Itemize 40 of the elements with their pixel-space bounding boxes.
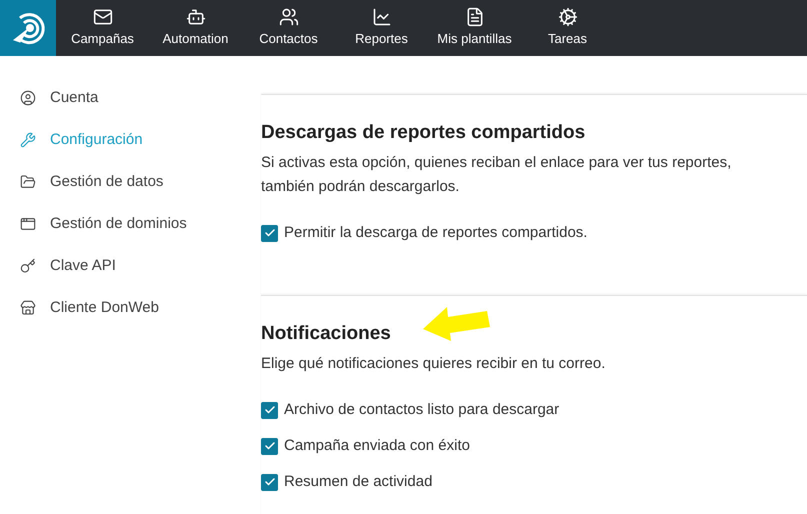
check-icon bbox=[264, 440, 276, 452]
check-icon bbox=[264, 476, 276, 488]
document-icon bbox=[464, 7, 484, 28]
mail-icon bbox=[92, 7, 112, 28]
nav-tab[interactable]: Campañas bbox=[56, 0, 149, 56]
checkbox[interactable] bbox=[261, 402, 278, 418]
section-title: Notificaciones bbox=[261, 322, 391, 346]
key-icon bbox=[20, 258, 36, 274]
checkbox-label: Resumen de actividad bbox=[284, 472, 432, 492]
nav-tab[interactable]: Reportes bbox=[335, 0, 428, 56]
store-icon bbox=[20, 300, 36, 316]
section-title: Descargas de reportes compartidos bbox=[261, 121, 586, 145]
nav-tab[interactable]: Automation bbox=[149, 0, 242, 56]
sidebar-item[interactable]: Gestión de dominios bbox=[0, 203, 240, 245]
checkbox-label: Campaña enviada con éxito bbox=[284, 436, 470, 456]
folder-icon bbox=[20, 174, 36, 190]
checkbox-label: Permitir la descarga de reportes compartidos. bbox=[284, 222, 588, 243]
robot-icon bbox=[186, 7, 206, 28]
nav-tab[interactable]: Contactos bbox=[242, 0, 335, 56]
window-icon bbox=[20, 216, 36, 232]
nav-tab[interactable]: Tareas bbox=[521, 0, 614, 56]
checkbox-label: Archivo de contactos listo para descargar bbox=[284, 400, 560, 420]
check-icon bbox=[264, 227, 276, 239]
pointer-arrow bbox=[423, 307, 491, 341]
checkbox[interactable] bbox=[261, 474, 278, 490]
user-circle-icon bbox=[20, 90, 36, 106]
check-icon bbox=[264, 404, 276, 416]
nav-tab[interactable]: Mis plantillas bbox=[428, 0, 521, 56]
sidebar-item[interactable]: Cliente DonWeb bbox=[0, 287, 240, 329]
sidebar-item[interactable]: Clave API bbox=[0, 245, 240, 287]
chart-icon bbox=[372, 7, 392, 28]
wrench-icon bbox=[20, 132, 36, 148]
logo-icon[interactable] bbox=[0, 0, 56, 56]
checkbox[interactable] bbox=[261, 438, 278, 454]
people-icon bbox=[278, 7, 298, 28]
checkbox[interactable] bbox=[261, 224, 278, 242]
sidebar-item[interactable]: Gestión de datos bbox=[0, 161, 240, 203]
section-description: Elige qué notificaciones quieres recibir en tu correo. bbox=[261, 354, 606, 374]
section-description: Si activas esta opción, quienes reciban el enlace para ver tus reportes, también podrán descargarlos. bbox=[261, 153, 732, 197]
sidebar-item[interactable]: Cuenta bbox=[0, 77, 240, 119]
